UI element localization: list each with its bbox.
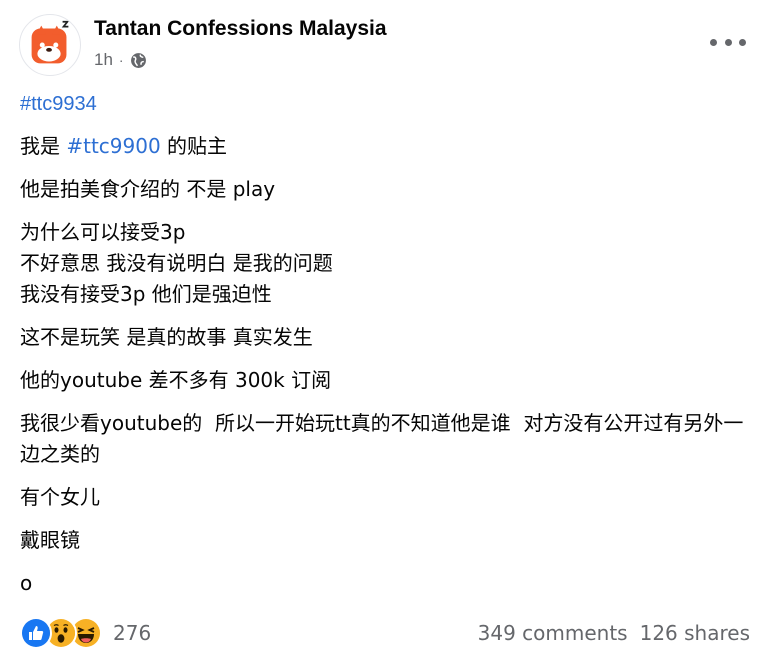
post-paragraph: 有个女儿	[20, 485, 100, 509]
globe-icon[interactable]	[130, 52, 147, 69]
post-paragraph: 这不是玩笑 是真的故事 真实发生	[20, 325, 313, 349]
post-footer: 276 349 comments 126 shares	[20, 617, 750, 649]
post-paragraph: 他是拍美食介绍的 不是 play	[20, 177, 276, 201]
paragraph-text: 的贴主	[160, 134, 228, 158]
page-avatar[interactable]	[19, 14, 81, 76]
page-name-link[interactable]: Tantan Confessions Malaysia	[94, 17, 387, 41]
more-dot-icon	[710, 38, 717, 46]
reaction-count: 276	[113, 621, 152, 645]
like-icon	[20, 617, 52, 649]
tantan-logo-icon	[31, 20, 70, 64]
meta-separator: ·	[118, 52, 124, 68]
post-paragraph: 为什么可以接受3p 不好意思 我没有说明白 是我的问题 我没有接受3p 他们是强…	[20, 220, 333, 306]
post-paragraph: 我很少看youtube的 所以一开始玩tt真的不知道他是谁 对方没有公开过有另外…	[20, 411, 744, 466]
post-body: 我是 #ttc9900 的贴主 他是拍美食介绍的 不是 play 为什么可以接受…	[20, 131, 748, 611]
more-dot-icon	[739, 38, 746, 46]
post-paragraph: 戴眼镜	[20, 528, 80, 552]
referenced-hashtag-link[interactable]: #ttc9900	[66, 134, 160, 158]
post-paragraph: 我是 #ttc9900 的贴主	[20, 131, 748, 162]
post-stats: 349 comments 126 shares	[478, 621, 750, 645]
paragraph-text: 我是	[20, 134, 67, 158]
more-dot-icon	[724, 38, 732, 46]
more-options-button[interactable]	[710, 30, 746, 54]
post-paragraph: 他的youtube 差不多有 300k 订阅	[20, 368, 332, 392]
post-meta: 1h ·	[94, 50, 147, 70]
shares-count-link[interactable]: 126 shares	[640, 621, 750, 645]
post-paragraph: o	[20, 571, 33, 595]
post-card: Tantan Confessions Malaysia 1h · #ttc993…	[0, 0, 768, 660]
comments-count-link[interactable]: 349 comments	[478, 621, 628, 645]
post-hashtag-link[interactable]: #ttc9934	[20, 93, 97, 116]
post-timestamp[interactable]: 1h	[94, 50, 113, 70]
post-header: Tantan Confessions Malaysia 1h ·	[19, 14, 750, 76]
reactions-summary[interactable]: 276	[20, 617, 151, 649]
